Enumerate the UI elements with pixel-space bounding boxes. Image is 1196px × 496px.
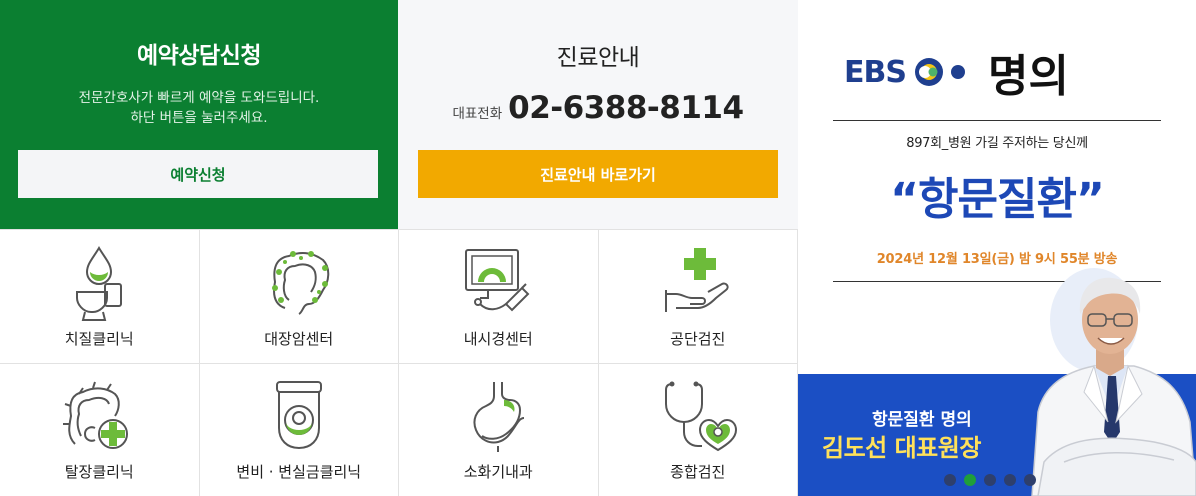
toilet-bowl-icon [275,381,322,450]
topic-text: “항문질환” [890,174,1105,225]
reservation-button[interactable]: 예약신청 [18,150,378,198]
services-grid: 치질클리닉 대장암센터 내시경센터 공단검진 탈장클리닉 변비 · 변실금클리닉… [0,229,798,496]
info-button[interactable]: 진료안내 바로가기 [418,150,778,198]
phone-number[interactable]: 02-6388-8114 [508,90,744,126]
service-label: 내시경센터 [463,330,533,348]
doctor-caption: 항문질환 명의 [872,410,972,430]
reservation-desc-line2: 하단 버튼을 눌러주세요. [130,110,268,126]
hand-cross-icon [664,248,729,312]
service-label: 치질클리닉 [64,330,134,348]
slide-indicator [944,474,1036,486]
service-label: 소화기내과 [463,463,533,481]
info-title: 진료안내 [556,45,640,71]
service-constipation[interactable]: 변비 · 변실금클리닉 [199,364,399,496]
service-label: 대장암센터 [264,330,334,348]
service-label: 공단검진 [670,330,726,348]
doctor-photo [1031,268,1196,496]
toilet-drop-icon [76,246,123,321]
ebs-wordmark: EBS [844,54,907,90]
program-title: 명의 [987,51,1069,102]
service-label: 변비 · 변실금클리닉 [236,463,362,481]
stomach-icon [473,382,525,452]
service-gastroenterology[interactable]: 소화기내과 [399,364,599,496]
service-endoscopy[interactable]: 내시경센터 [399,230,599,364]
slide-dot-active[interactable] [964,474,976,486]
reservation-description: 전문간호사가 빠르게 예약을 도와드립니다. 하단 버튼을 눌러주세요. [0,88,398,128]
service-label: 종합검진 [670,463,726,481]
service-hernia[interactable]: 탈장클리닉 [0,364,200,496]
service-national-checkup[interactable]: 공단검진 [598,230,798,364]
info-panel: 진료안내 대표전화 02-6388-8114 진료안내 바로가기 [398,0,798,229]
slide-dot[interactable] [984,474,996,486]
slide-dot[interactable] [1024,474,1036,486]
service-comprehensive-checkup[interactable]: 종합검진 [598,364,798,496]
slide-dot[interactable] [944,474,956,486]
reservation-desc-line1: 전문간호사가 빠르게 예약을 도와드립니다. [78,90,320,106]
phone-label: 대표전화 [452,106,503,122]
stethoscope-heart-icon [664,381,737,452]
phone-row: 대표전화 02-6388-8114 [398,90,798,126]
ebs-circles-icon [914,58,965,86]
endoscope-monitor-icon [465,249,530,312]
banner-divider-top [833,120,1161,121]
reservation-title: 예약상담신청 [137,43,261,69]
colon-icon [271,251,329,315]
ebs-logo: EBS 명의 [844,40,1069,104]
slide-dot[interactable] [1004,474,1016,486]
doctor-name: 김도선 대표원장 [822,434,981,462]
reservation-panel: 예약상담신청 전문간호사가 빠르게 예약을 도와드립니다. 하단 버튼을 눌러주… [0,0,398,229]
service-hemorrhoid[interactable]: 치질클리닉 [0,230,200,364]
ebs-banner[interactable]: EBS 명의 897회_병원 가길 주저하는 당신께 “항문질환” 2024년 … [798,0,1196,496]
intestine-cross-icon [63,381,129,449]
episode-text: 897회_병원 가길 주저하는 당신께 [906,136,1088,151]
service-colon-cancer[interactable]: 대장암센터 [199,230,399,364]
service-label: 탈장클리닉 [64,463,134,481]
